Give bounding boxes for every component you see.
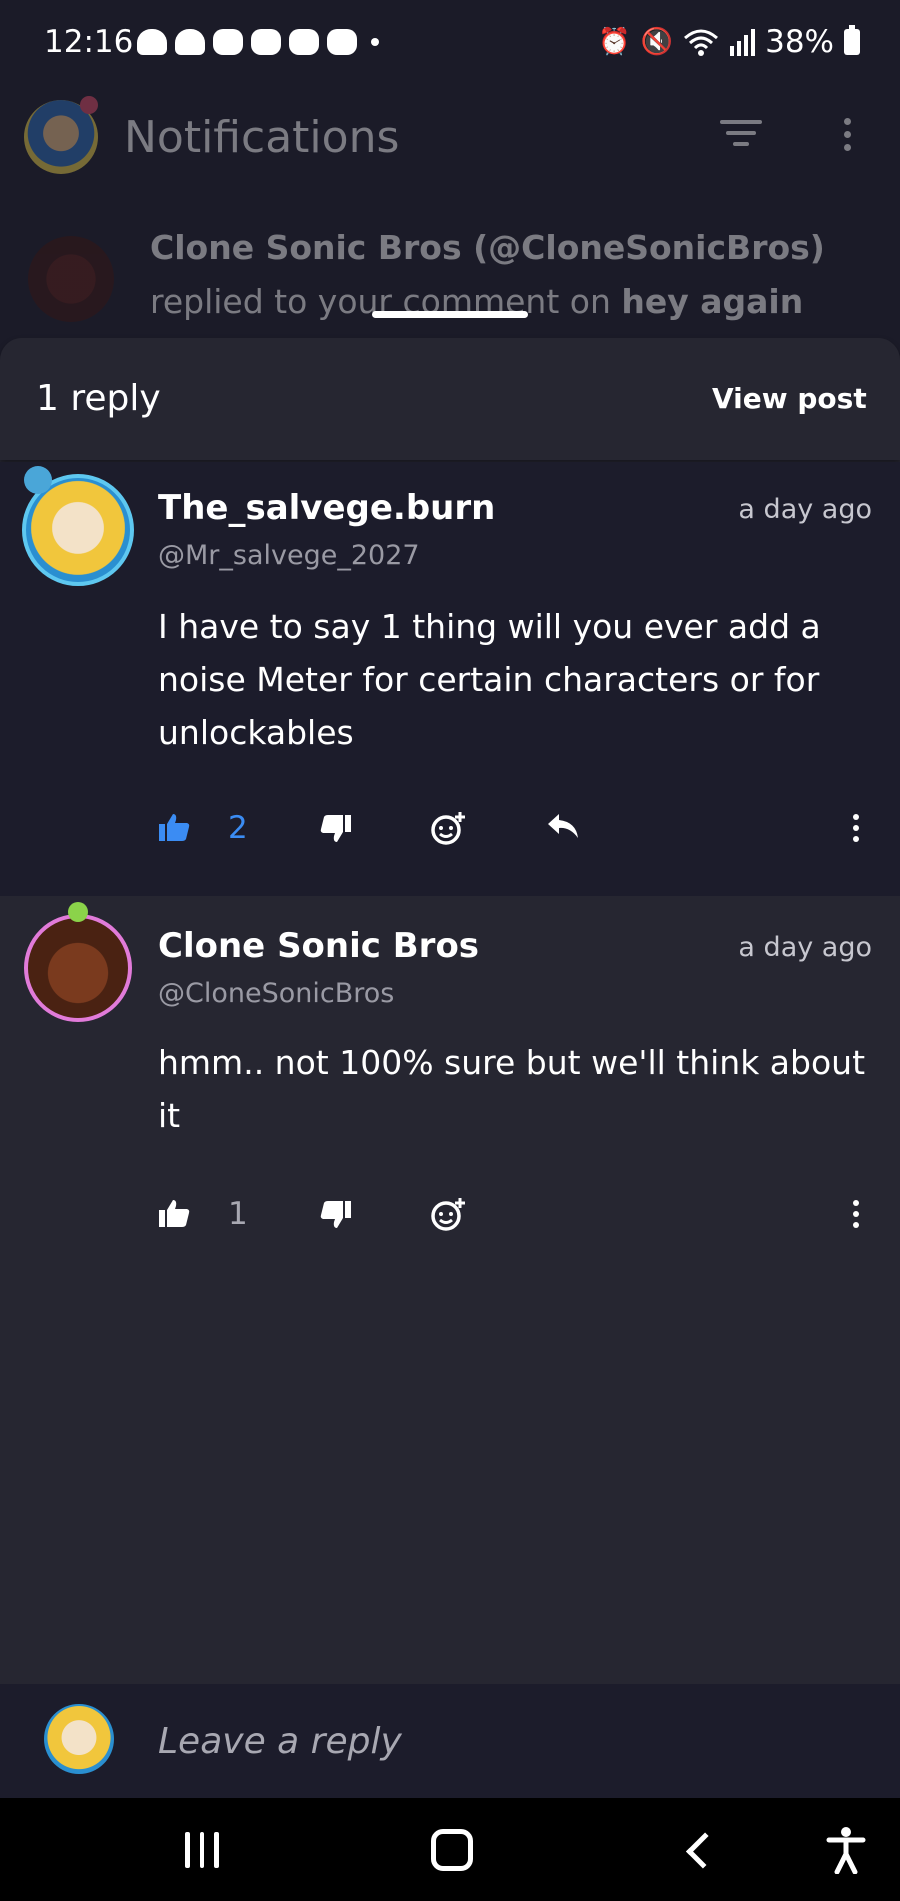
like-icon[interactable] xyxy=(158,812,190,842)
page-title: Notifications xyxy=(124,112,400,163)
discord-icon xyxy=(289,29,319,55)
comment-more-icon[interactable] xyxy=(850,814,862,848)
dot-icon xyxy=(371,38,379,46)
back-icon[interactable] xyxy=(685,1826,723,1874)
reply-input[interactable] xyxy=(158,1716,858,1766)
discord-icon xyxy=(251,29,281,55)
alarm-icon: ⏰ xyxy=(598,27,631,57)
avatar-badge-icon xyxy=(24,466,52,494)
status-time: 12:16 xyxy=(44,24,134,60)
discord-icon xyxy=(327,29,357,55)
reply-icon[interactable] xyxy=(546,812,580,840)
notification-avatar xyxy=(28,236,114,322)
more-options-icon[interactable] xyxy=(840,118,854,160)
add-reaction-icon[interactable] xyxy=(430,810,466,846)
status-bar: 12:16 ⏰ 🔇 38% xyxy=(0,0,900,90)
view-post-button[interactable]: View post xyxy=(712,382,867,415)
reply-count: 1 reply xyxy=(36,378,161,419)
discord-icon xyxy=(213,29,243,55)
filter-icon[interactable] xyxy=(720,120,762,154)
notification-icons xyxy=(137,29,379,55)
add-reaction-icon[interactable] xyxy=(430,1196,466,1232)
avatar xyxy=(44,1704,114,1774)
comment-timestamp: a day ago xyxy=(738,494,872,525)
notification-post-title: hey again xyxy=(621,282,804,321)
battery-percent: 38% xyxy=(765,24,834,60)
sheet-drag-handle[interactable] xyxy=(372,311,528,318)
mute-icon: 🔇 xyxy=(640,27,674,57)
notifications-page: Notifications Clone Sonic Bros (@CloneSo… xyxy=(0,90,900,340)
comment-more-icon[interactable] xyxy=(850,1200,862,1234)
like-icon[interactable] xyxy=(158,1198,190,1228)
signal-icon xyxy=(730,29,756,56)
like-count: 1 xyxy=(228,1196,248,1232)
avatar-badge-icon xyxy=(68,902,88,922)
comment-timestamp: a day ago xyxy=(738,932,872,963)
dislike-icon[interactable] xyxy=(320,1200,352,1230)
home-icon[interactable] xyxy=(430,1826,474,1874)
comment-author-name[interactable]: The_salvege.burn xyxy=(158,488,495,528)
comment-author-name[interactable]: Clone Sonic Bros xyxy=(158,926,479,966)
reply-card xyxy=(0,896,900,1686)
system-icons: ⏰ 🔇 38% xyxy=(598,24,860,60)
dislike-icon[interactable] xyxy=(320,814,352,844)
like-count: 2 xyxy=(228,810,248,846)
snapchat-icon xyxy=(175,29,205,55)
battery-icon xyxy=(844,25,860,55)
comment-author-handle: @CloneSonicBros xyxy=(158,978,395,1009)
notification-dot xyxy=(80,96,98,114)
notification-author: Clone Sonic Bros (@CloneSonicBros) xyxy=(150,228,825,267)
wifi-icon xyxy=(684,29,719,56)
accessibility-icon[interactable] xyxy=(826,1826,866,1874)
comment-text: I have to say 1 thing will you ever add … xyxy=(158,607,821,752)
comment-text: hmm.. not 100% sure but we'll think abou… xyxy=(158,1043,866,1135)
snapchat-icon xyxy=(137,29,167,55)
recents-icon[interactable] xyxy=(180,1826,224,1874)
avatar[interactable] xyxy=(24,914,132,1022)
comment-author-handle: @Mr_salvege_2027 xyxy=(158,540,420,571)
